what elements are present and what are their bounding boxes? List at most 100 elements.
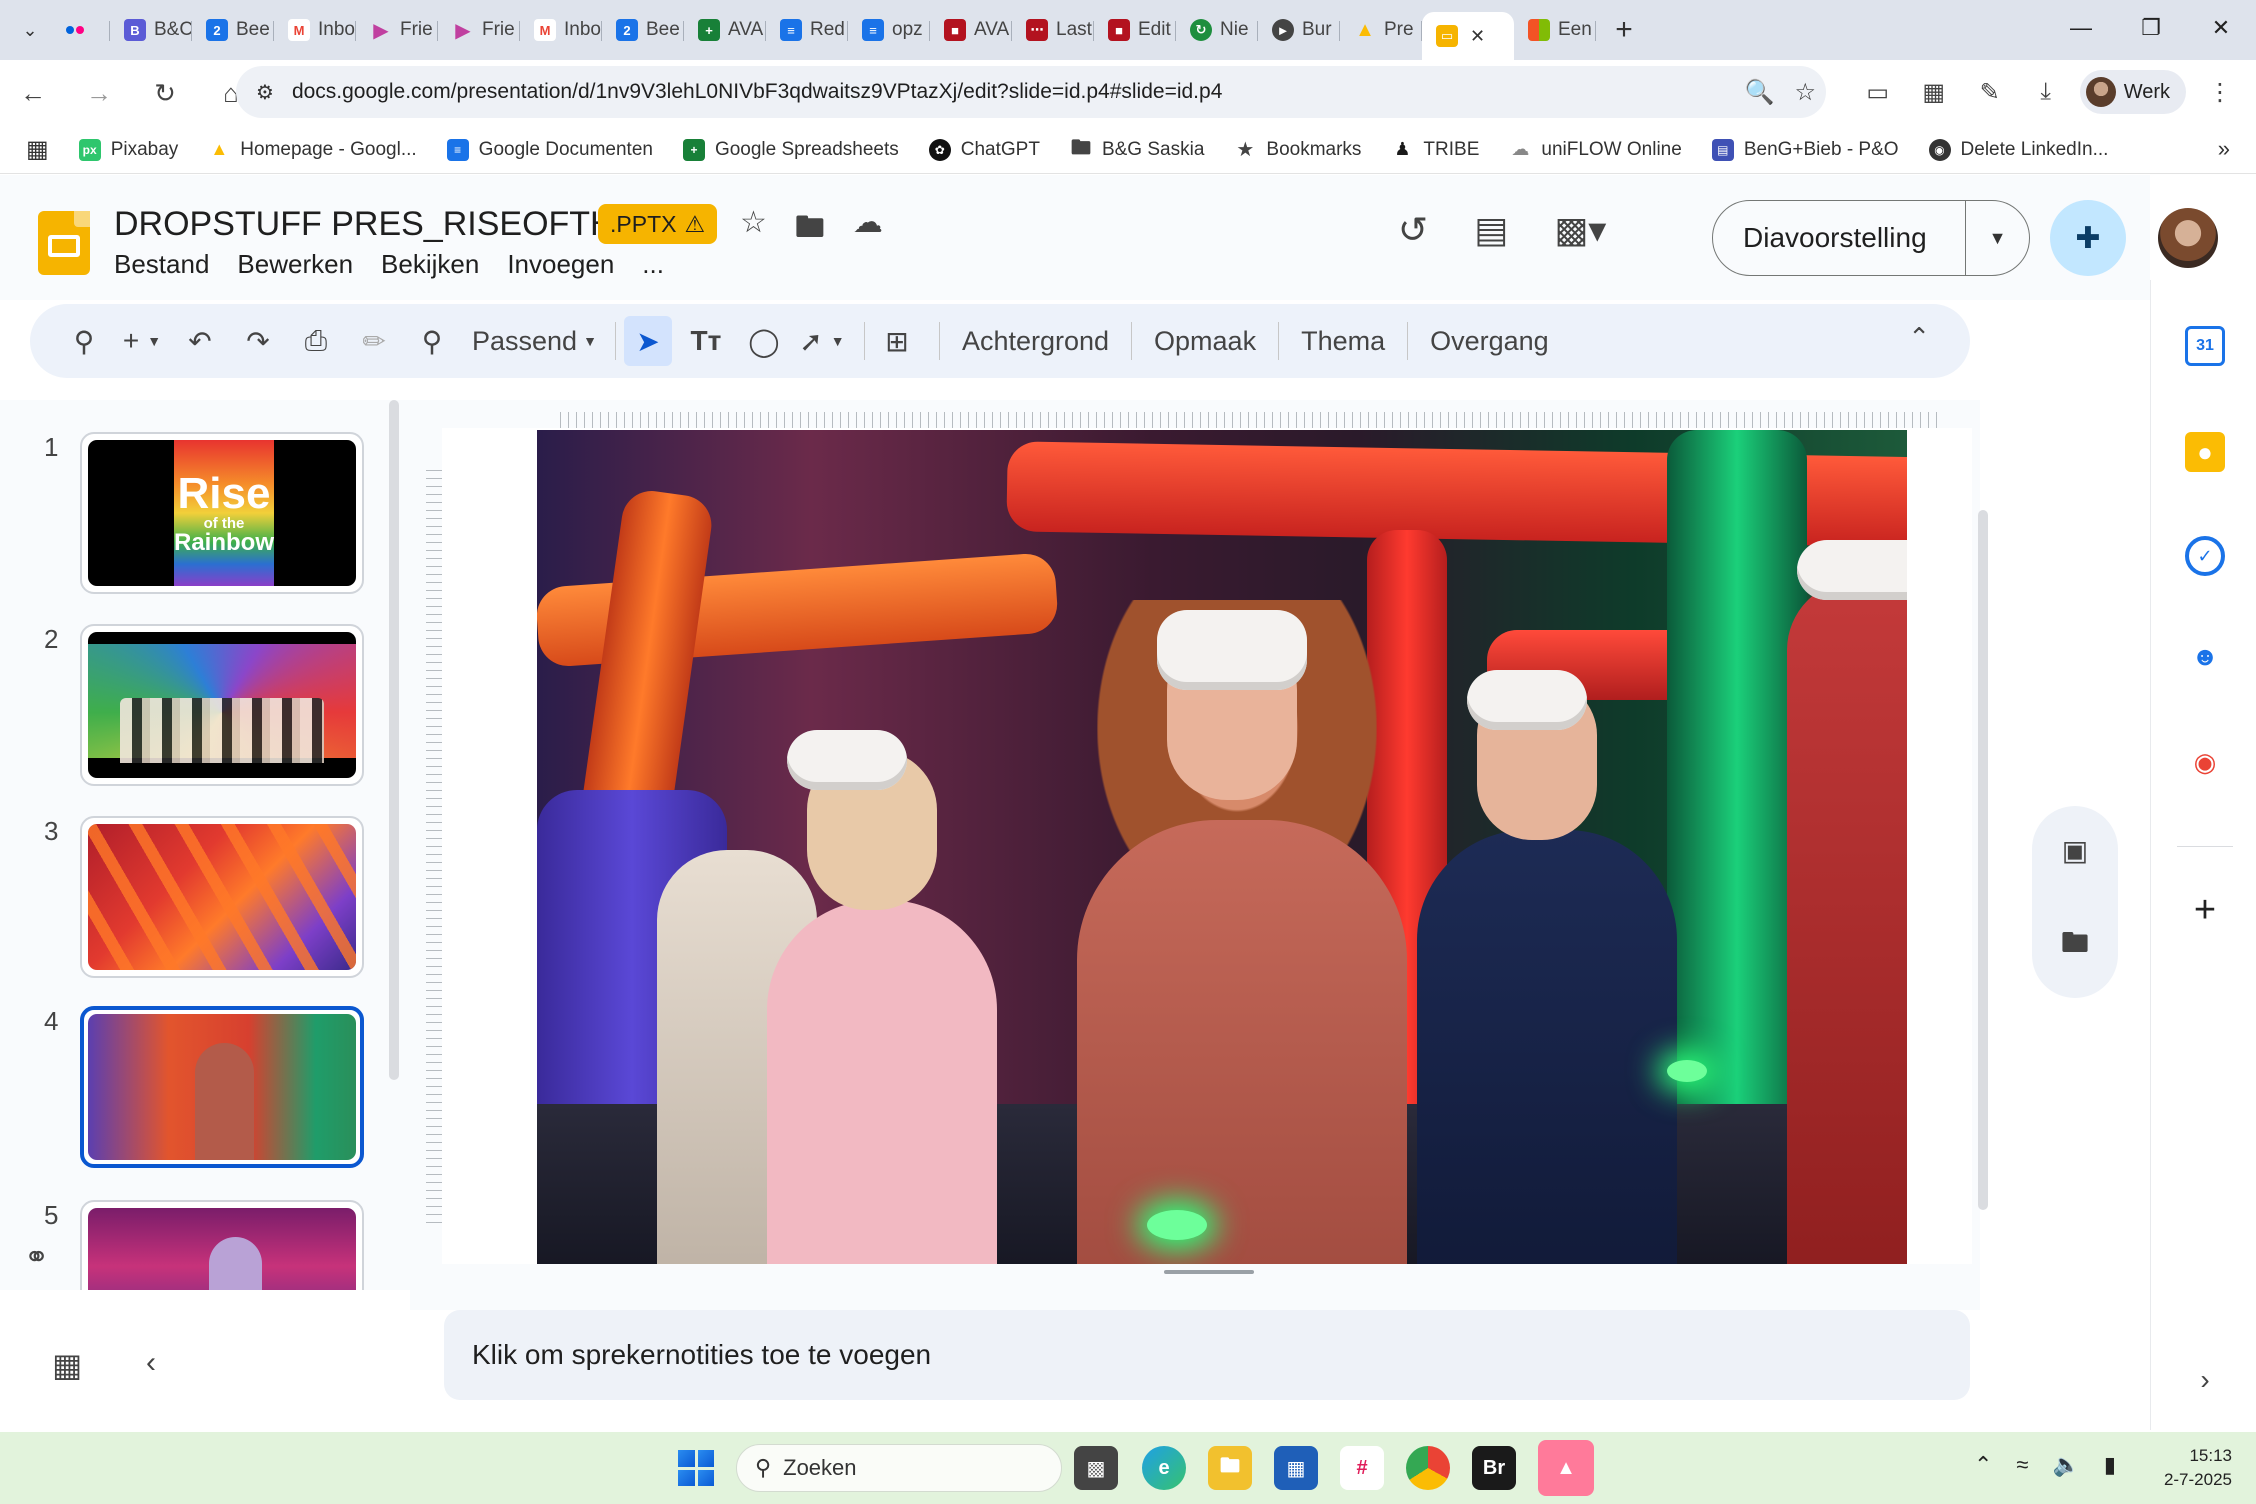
browser-tab[interactable]: ▶ Frie xyxy=(438,9,520,51)
file-type-badge[interactable]: .PPTX ⚠ xyxy=(598,204,718,244)
theme-button[interactable]: Thema xyxy=(1287,326,1399,357)
calendar-icon[interactable]: 31 xyxy=(2185,326,2225,366)
slide-thumbnail[interactable] xyxy=(80,1200,364,1290)
slideshow-options-button[interactable]: ▼ xyxy=(1966,228,2029,249)
slide-photo[interactable] xyxy=(537,430,1907,1264)
chrome-icon[interactable] xyxy=(1406,1446,1450,1490)
close-icon[interactable]: ✕ xyxy=(1470,26,1485,47)
taskbar-clock[interactable]: 15:13 2-7-2025 xyxy=(2164,1444,2232,1492)
new-tab-button[interactable]: + xyxy=(1604,10,1644,50)
bookmark-item[interactable]: ≡ Google Documenten xyxy=(446,138,653,161)
bookmark-item[interactable]: ♟ TRIBE xyxy=(1391,139,1479,161)
slide-thumbnail[interactable]: Rise of the Rainbow xyxy=(80,432,364,594)
background-button[interactable]: Achtergrond xyxy=(948,326,1123,357)
add-comment-button[interactable]: ⊞ xyxy=(873,316,921,366)
file-explorer-icon[interactable]: 🖿 xyxy=(1208,1446,1252,1490)
document-title[interactable]: DROPSTUFF PRES_RISEOFTH... xyxy=(114,205,643,244)
contacts-icon[interactable]: ☻ xyxy=(2185,636,2225,676)
bookmark-item[interactable]: px Pixabay xyxy=(78,138,178,161)
photos-icon[interactable]: ▲ xyxy=(1538,1440,1594,1496)
maximize-button[interactable]: ❐ xyxy=(2116,0,2186,56)
menu-view[interactable]: Bekijken xyxy=(381,249,479,280)
search-menus-button[interactable]: ⚲ xyxy=(60,316,108,366)
browser-tab[interactable]: M Inbo xyxy=(274,9,356,51)
browser-tab[interactable] xyxy=(50,9,110,51)
slide-thumbnail[interactable] xyxy=(80,624,364,786)
browser-tab[interactable]: ▶ Frie xyxy=(356,9,438,51)
browser-tab[interactable]: B B&C xyxy=(110,9,192,51)
menu-more[interactable]: ... xyxy=(642,249,664,280)
shape-button[interactable]: ◯ xyxy=(740,316,788,366)
battery-icon[interactable]: ▮ xyxy=(2104,1452,2116,1478)
extension-app-icon[interactable]: ▦ xyxy=(1912,70,1956,114)
wifi-icon[interactable]: ≈ xyxy=(2016,1452,2028,1478)
print-button[interactable]: ⎙ xyxy=(292,316,340,366)
forward-button[interactable]: → xyxy=(74,68,124,118)
chevron-right-icon[interactable]: › xyxy=(2185,1360,2225,1400)
browser-tab[interactable]: ► Bur xyxy=(1258,9,1340,51)
speaker-notes[interactable]: Klik om sprekernotities toe te voegen xyxy=(444,1310,1970,1400)
cloud-status-icon[interactable]: ☁ xyxy=(853,205,883,256)
menu-edit[interactable]: Bewerken xyxy=(237,249,353,280)
new-slide-button[interactable]: + ▼ xyxy=(118,316,166,366)
zoom-icon[interactable]: 🔍 xyxy=(1745,78,1775,107)
slack-icon[interactable]: # xyxy=(1340,1446,1384,1490)
bridge-icon[interactable]: Br xyxy=(1472,1446,1516,1490)
image-search-icon[interactable]: ▣ xyxy=(2062,834,2088,867)
zoom-button[interactable]: ⚲ xyxy=(408,316,456,366)
browser-tab[interactable]: ■ AVA xyxy=(930,9,1012,51)
download-icon[interactable]: ⤓ xyxy=(2024,70,2068,114)
browser-tab[interactable]: M Inbo xyxy=(520,9,602,51)
volume-icon[interactable]: 🔈 xyxy=(2052,1452,2079,1478)
browser-tab[interactable]: ⋯ Last xyxy=(1012,9,1094,51)
slides-logo-icon[interactable] xyxy=(38,211,90,275)
browser-tab[interactable]: ≡ opz xyxy=(848,9,930,51)
line-button[interactable]: ➚ ▼ xyxy=(798,316,846,366)
reload-button[interactable]: ↻ xyxy=(140,68,190,118)
bookmark-item[interactable]: ▲ Homepage - Googl... xyxy=(208,139,416,161)
back-button[interactable]: ← xyxy=(8,68,58,118)
store-icon[interactable]: ▦ xyxy=(1274,1446,1318,1490)
paint-format-button[interactable]: ✏ xyxy=(350,316,398,366)
bookmark-item[interactable]: ◉ Delete LinkedIn... xyxy=(1928,138,2108,161)
apps-icon[interactable]: ▦ xyxy=(26,135,49,164)
history-icon[interactable]: ↺ xyxy=(1398,209,1428,251)
tab-search-button[interactable]: ⌄ xyxy=(10,10,50,50)
layout-button[interactable]: Opmaak xyxy=(1140,326,1270,357)
taskbar-search[interactable]: ⚲ Zoeken xyxy=(736,1444,1062,1492)
select-tool-button[interactable]: ➤ xyxy=(623,316,672,366)
redo-button[interactable]: ↷ xyxy=(234,316,282,366)
bookmark-item[interactable]: 🖿 B&G Saskia xyxy=(1070,137,1204,161)
menu-icon[interactable]: ⋮ xyxy=(2198,70,2242,114)
avatar[interactable] xyxy=(2158,208,2218,268)
canvas-scrollbar[interactable] xyxy=(1978,510,1988,1210)
browser-tab[interactable]: ↻ Nie xyxy=(1176,9,1258,51)
chevron-right-double-icon[interactable]: » xyxy=(2218,136,2230,162)
browser-tab[interactable]: ▲ Pre xyxy=(1340,9,1422,51)
bookmark-item[interactable]: ★ Bookmarks xyxy=(1234,139,1361,162)
browser-tab[interactable]: 2 Bee xyxy=(192,9,274,51)
menu-insert[interactable]: Invoegen xyxy=(507,249,614,280)
slide-thumbnail-selected[interactable] xyxy=(80,1006,364,1168)
bookmark-item[interactable]: ▤ BenG+Bieb - P&O xyxy=(1711,138,1899,161)
chevron-up-icon[interactable]: ⌃ xyxy=(1974,1452,1992,1478)
edge-icon[interactable]: e xyxy=(1142,1446,1186,1490)
bookmark-star-icon[interactable]: ☆ xyxy=(1794,78,1816,107)
move-folder-icon[interactable]: 🖿 xyxy=(795,205,825,256)
zoom-select[interactable]: Passend ▼ xyxy=(466,316,597,366)
grid-view-icon[interactable]: ▦ xyxy=(52,1346,82,1384)
chevron-left-icon[interactable]: ‹ xyxy=(146,1346,156,1380)
slideshow-button[interactable]: Diavoorstelling xyxy=(1713,222,1965,254)
task-view-icon[interactable]: ▩ xyxy=(1074,1446,1118,1490)
slide-thumbnail[interactable] xyxy=(80,816,364,978)
link-icon[interactable]: ⚭ xyxy=(24,1240,49,1275)
browser-tab[interactable]: ■ Edit xyxy=(1094,9,1176,51)
browser-tab[interactable]: Een xyxy=(1514,9,1596,51)
close-window-button[interactable]: ✕ xyxy=(2186,0,2256,56)
filmstrip-scrollbar[interactable] xyxy=(389,400,399,1080)
undo-button[interactable]: ↶ xyxy=(176,316,224,366)
text-box-button[interactable]: Tт xyxy=(682,316,730,366)
maps-icon[interactable]: ◉ xyxy=(2185,742,2225,782)
minimize-button[interactable]: — xyxy=(2046,0,2116,56)
star-icon[interactable]: ☆ xyxy=(740,205,767,256)
